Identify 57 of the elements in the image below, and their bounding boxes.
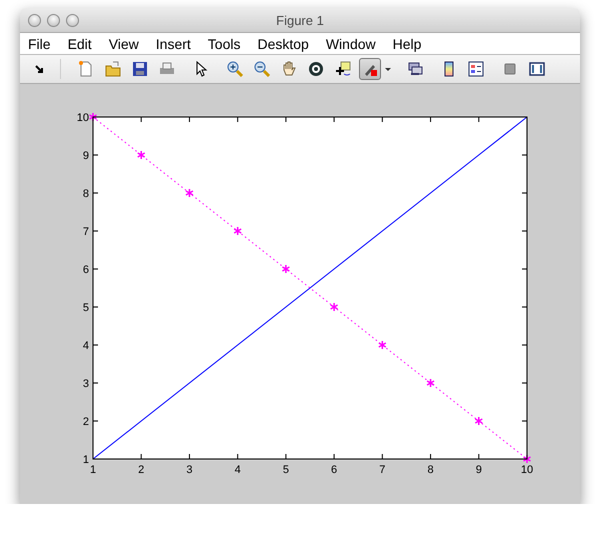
tick-label: 2 <box>138 464 144 476</box>
window-title: Figure 1 <box>276 12 324 28</box>
legend-icon <box>468 61 484 77</box>
data-cursor-icon <box>335 61 351 77</box>
tick-label: 7 <box>379 464 386 476</box>
tick-label: 9 <box>82 150 89 162</box>
hand-icon <box>281 61 297 77</box>
tick-label: 9 <box>476 464 482 476</box>
menu-item[interactable]: View <box>108 36 139 52</box>
menu-item[interactable]: Insert <box>156 36 191 52</box>
point <box>426 378 435 388</box>
point <box>185 188 194 198</box>
folder-icon <box>105 61 121 77</box>
point <box>88 112 98 122</box>
point <box>378 340 387 350</box>
menu-item[interactable]: Window <box>326 36 376 52</box>
zoom-button[interactable] <box>66 14 79 26</box>
window-icon <box>529 61 545 77</box>
zoom-out-icon <box>254 61 270 77</box>
tick-label: 1 <box>90 464 96 476</box>
tick-label: 3 <box>82 378 89 390</box>
save-icon <box>132 61 148 77</box>
point <box>136 150 146 160</box>
zoom-in-icon <box>227 61 243 77</box>
tick-label: 8 <box>82 188 89 200</box>
tick-label: 10 <box>76 112 89 124</box>
close-button[interactable] <box>28 14 41 26</box>
dock-arrow-icon <box>35 65 43 73</box>
tick-label: 6 <box>82 264 89 276</box>
menu-item[interactable]: File <box>28 36 51 52</box>
menu-item[interactable]: Edit <box>68 36 92 52</box>
new-file-icon <box>78 61 94 77</box>
tick-label: 10 <box>520 464 534 476</box>
tick-label: 5 <box>82 302 89 314</box>
point <box>330 302 338 312</box>
caret-icon <box>384 68 390 70</box>
menu-item[interactable]: Desktop <box>257 36 309 52</box>
tick-label: 3 <box>186 464 192 476</box>
minimize-button[interactable] <box>47 14 60 26</box>
link-icon <box>407 61 423 77</box>
tick-label: 7 <box>82 226 89 238</box>
tick-label: 6 <box>331 464 338 476</box>
tick-label: 4 <box>82 340 89 352</box>
tick-label: 1 <box>82 454 89 466</box>
tick-label: 2 <box>82 416 89 428</box>
point <box>522 454 532 464</box>
point <box>474 416 484 426</box>
brush-button[interactable] <box>359 58 381 80</box>
menu-item[interactable]: Tools <box>208 36 240 52</box>
tick-label: 8 <box>428 464 434 476</box>
printer-icon <box>159 61 175 77</box>
point <box>233 226 242 236</box>
square-icon <box>502 61 518 77</box>
menu-item[interactable]: Help <box>392 36 422 52</box>
point <box>282 264 290 274</box>
tick-label: 5 <box>282 464 289 476</box>
tick-label: 4 <box>234 464 241 476</box>
